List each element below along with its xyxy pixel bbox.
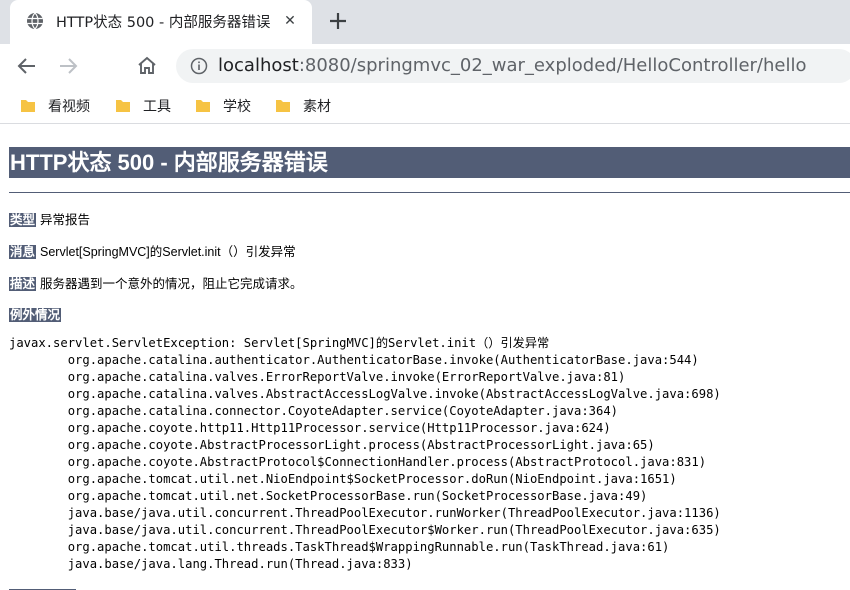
toolbar: localhost:8080/springmvc_02_war_exploded… bbox=[0, 44, 850, 88]
trace-line: org.apache.tomcat.util.threads.TaskThrea… bbox=[9, 540, 670, 554]
trace-line: org.apache.catalina.valves.AbstractAcces… bbox=[9, 387, 721, 401]
type-label: 类型 bbox=[9, 213, 37, 227]
arrow-right-icon[interactable] bbox=[55, 53, 81, 79]
trace-line: java.base/java.lang.Thread.run(Thread.ja… bbox=[9, 557, 413, 571]
trace-line: org.apache.tomcat.util.net.NioEndpoint$S… bbox=[9, 472, 677, 486]
page-content: HTTP状态 500 - 内部服务器错误 类型 异常报告 消息 Servlet[Sp… bbox=[0, 125, 850, 590]
trace-line: java.base/java.util.concurrent.ThreadPoo… bbox=[9, 523, 721, 537]
trace-line: org.apache.catalina.valves.ErrorReportVa… bbox=[9, 370, 626, 384]
browser-tab[interactable]: HTTP状态 500 - 内部服务器错误 ✕ bbox=[10, 0, 312, 44]
trace-line: org.apache.coyote.AbstractProcessorLight… bbox=[9, 438, 655, 452]
url-host: localhost bbox=[218, 55, 299, 76]
page-title: HTTP状态 500 - 内部服务器错误 bbox=[9, 147, 850, 178]
stack-trace: javax.servlet.ServletException: Servlet[… bbox=[9, 335, 721, 573]
type-value: 异常报告 bbox=[40, 213, 91, 227]
message-value: Servlet[SpringMVC]的Servlet.init（）引发异常 bbox=[40, 245, 296, 259]
url-path: :8080/springmvc_02_war_exploded/HelloCon… bbox=[298, 55, 807, 76]
description-label: 描述 bbox=[9, 277, 37, 291]
bookmark-label: 工具 bbox=[143, 99, 171, 115]
exception-row: 例外情况 bbox=[9, 304, 62, 323]
tab-strip: HTTP状态 500 - 内部服务器错误 ✕ bbox=[0, 0, 850, 44]
trace-line: javax.servlet.ServletException: Servlet[… bbox=[9, 336, 550, 350]
bookmark-label: 看视频 bbox=[48, 99, 90, 115]
arrow-left-icon[interactable] bbox=[14, 53, 40, 79]
plus-icon[interactable] bbox=[326, 9, 350, 33]
bookmarks-bar: 看视频 工具 学校 素材 bbox=[0, 88, 850, 124]
home-icon[interactable] bbox=[134, 53, 160, 79]
globe-icon bbox=[27, 12, 43, 30]
trace-line: org.apache.tomcat.util.net.SocketProcess… bbox=[9, 489, 648, 503]
description-value: 服务器遇到一个意外的情况，阻止它完成请求。 bbox=[40, 277, 303, 291]
bookmark-label: 素材 bbox=[303, 99, 331, 115]
close-icon[interactable]: ✕ bbox=[280, 11, 300, 31]
info-icon[interactable] bbox=[190, 57, 208, 75]
trace-line: java.base/java.util.concurrent.ThreadPoo… bbox=[9, 506, 721, 520]
trace-line: org.apache.catalina.connector.CoyoteAdap… bbox=[9, 404, 619, 418]
folder-icon bbox=[196, 100, 210, 112]
message-row: 消息 Servlet[SpringMVC]的Servlet.init（）引发异常 bbox=[9, 241, 296, 260]
message-label: 消息 bbox=[9, 245, 37, 259]
trace-line: org.apache.coyote.AbstractProtocol$Conne… bbox=[9, 455, 707, 469]
divider bbox=[9, 192, 850, 193]
folder-icon bbox=[116, 100, 130, 112]
folder-icon bbox=[276, 100, 290, 112]
trace-line: org.apache.catalina.authenticator.Authen… bbox=[9, 353, 699, 367]
address-bar[interactable]: localhost:8080/springmvc_02_war_exploded… bbox=[176, 49, 850, 83]
exception-label: 例外情况 bbox=[9, 308, 62, 322]
url-text[interactable]: localhost:8080/springmvc_02_war_exploded… bbox=[218, 55, 807, 76]
type-row: 类型 异常报告 bbox=[9, 209, 90, 228]
bookmark-label: 学校 bbox=[223, 99, 251, 115]
description-row: 描述 服务器遇到一个意外的情况，阻止它完成请求。 bbox=[9, 273, 303, 292]
tab-title: HTTP状态 500 - 内部服务器错误 bbox=[56, 15, 271, 31]
trace-line: org.apache.coyote.http11.Http11Processor… bbox=[9, 421, 611, 435]
folder-icon bbox=[21, 100, 35, 112]
